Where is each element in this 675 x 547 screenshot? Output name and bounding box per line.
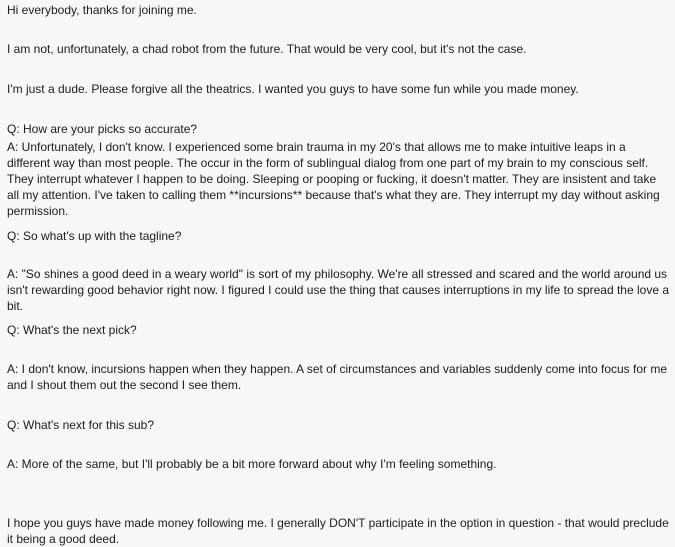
question-paragraph: Q: How are your picks so accurate? — [7, 122, 198, 136]
intro-paragraph: I am not, unfortunately, a chad robot fr… — [7, 42, 527, 56]
answer-paragraph: A: "So shines a good deed in a weary wor… — [7, 267, 670, 313]
greeting-paragraph: Hi everybody, thanks for joining me. — [7, 3, 197, 17]
answer-paragraph: A: I don't know, incursions happen when … — [7, 362, 668, 392]
question-paragraph: Q: What's next for this sub? — [7, 418, 155, 432]
question-paragraph: Q: So what's up with the tagline? — [7, 229, 182, 243]
question-paragraph: Q: What's the next pick? — [7, 323, 137, 337]
answer-paragraph: A: More of the same, but I'll probably b… — [7, 457, 497, 471]
answer-paragraph: A: Unfortunately, I don't know. I experi… — [7, 140, 660, 218]
intro-paragraph: I'm just a dude. Please forgive all the … — [7, 82, 579, 96]
closing-paragraph: I hope you guys have made money followin… — [7, 516, 669, 546]
